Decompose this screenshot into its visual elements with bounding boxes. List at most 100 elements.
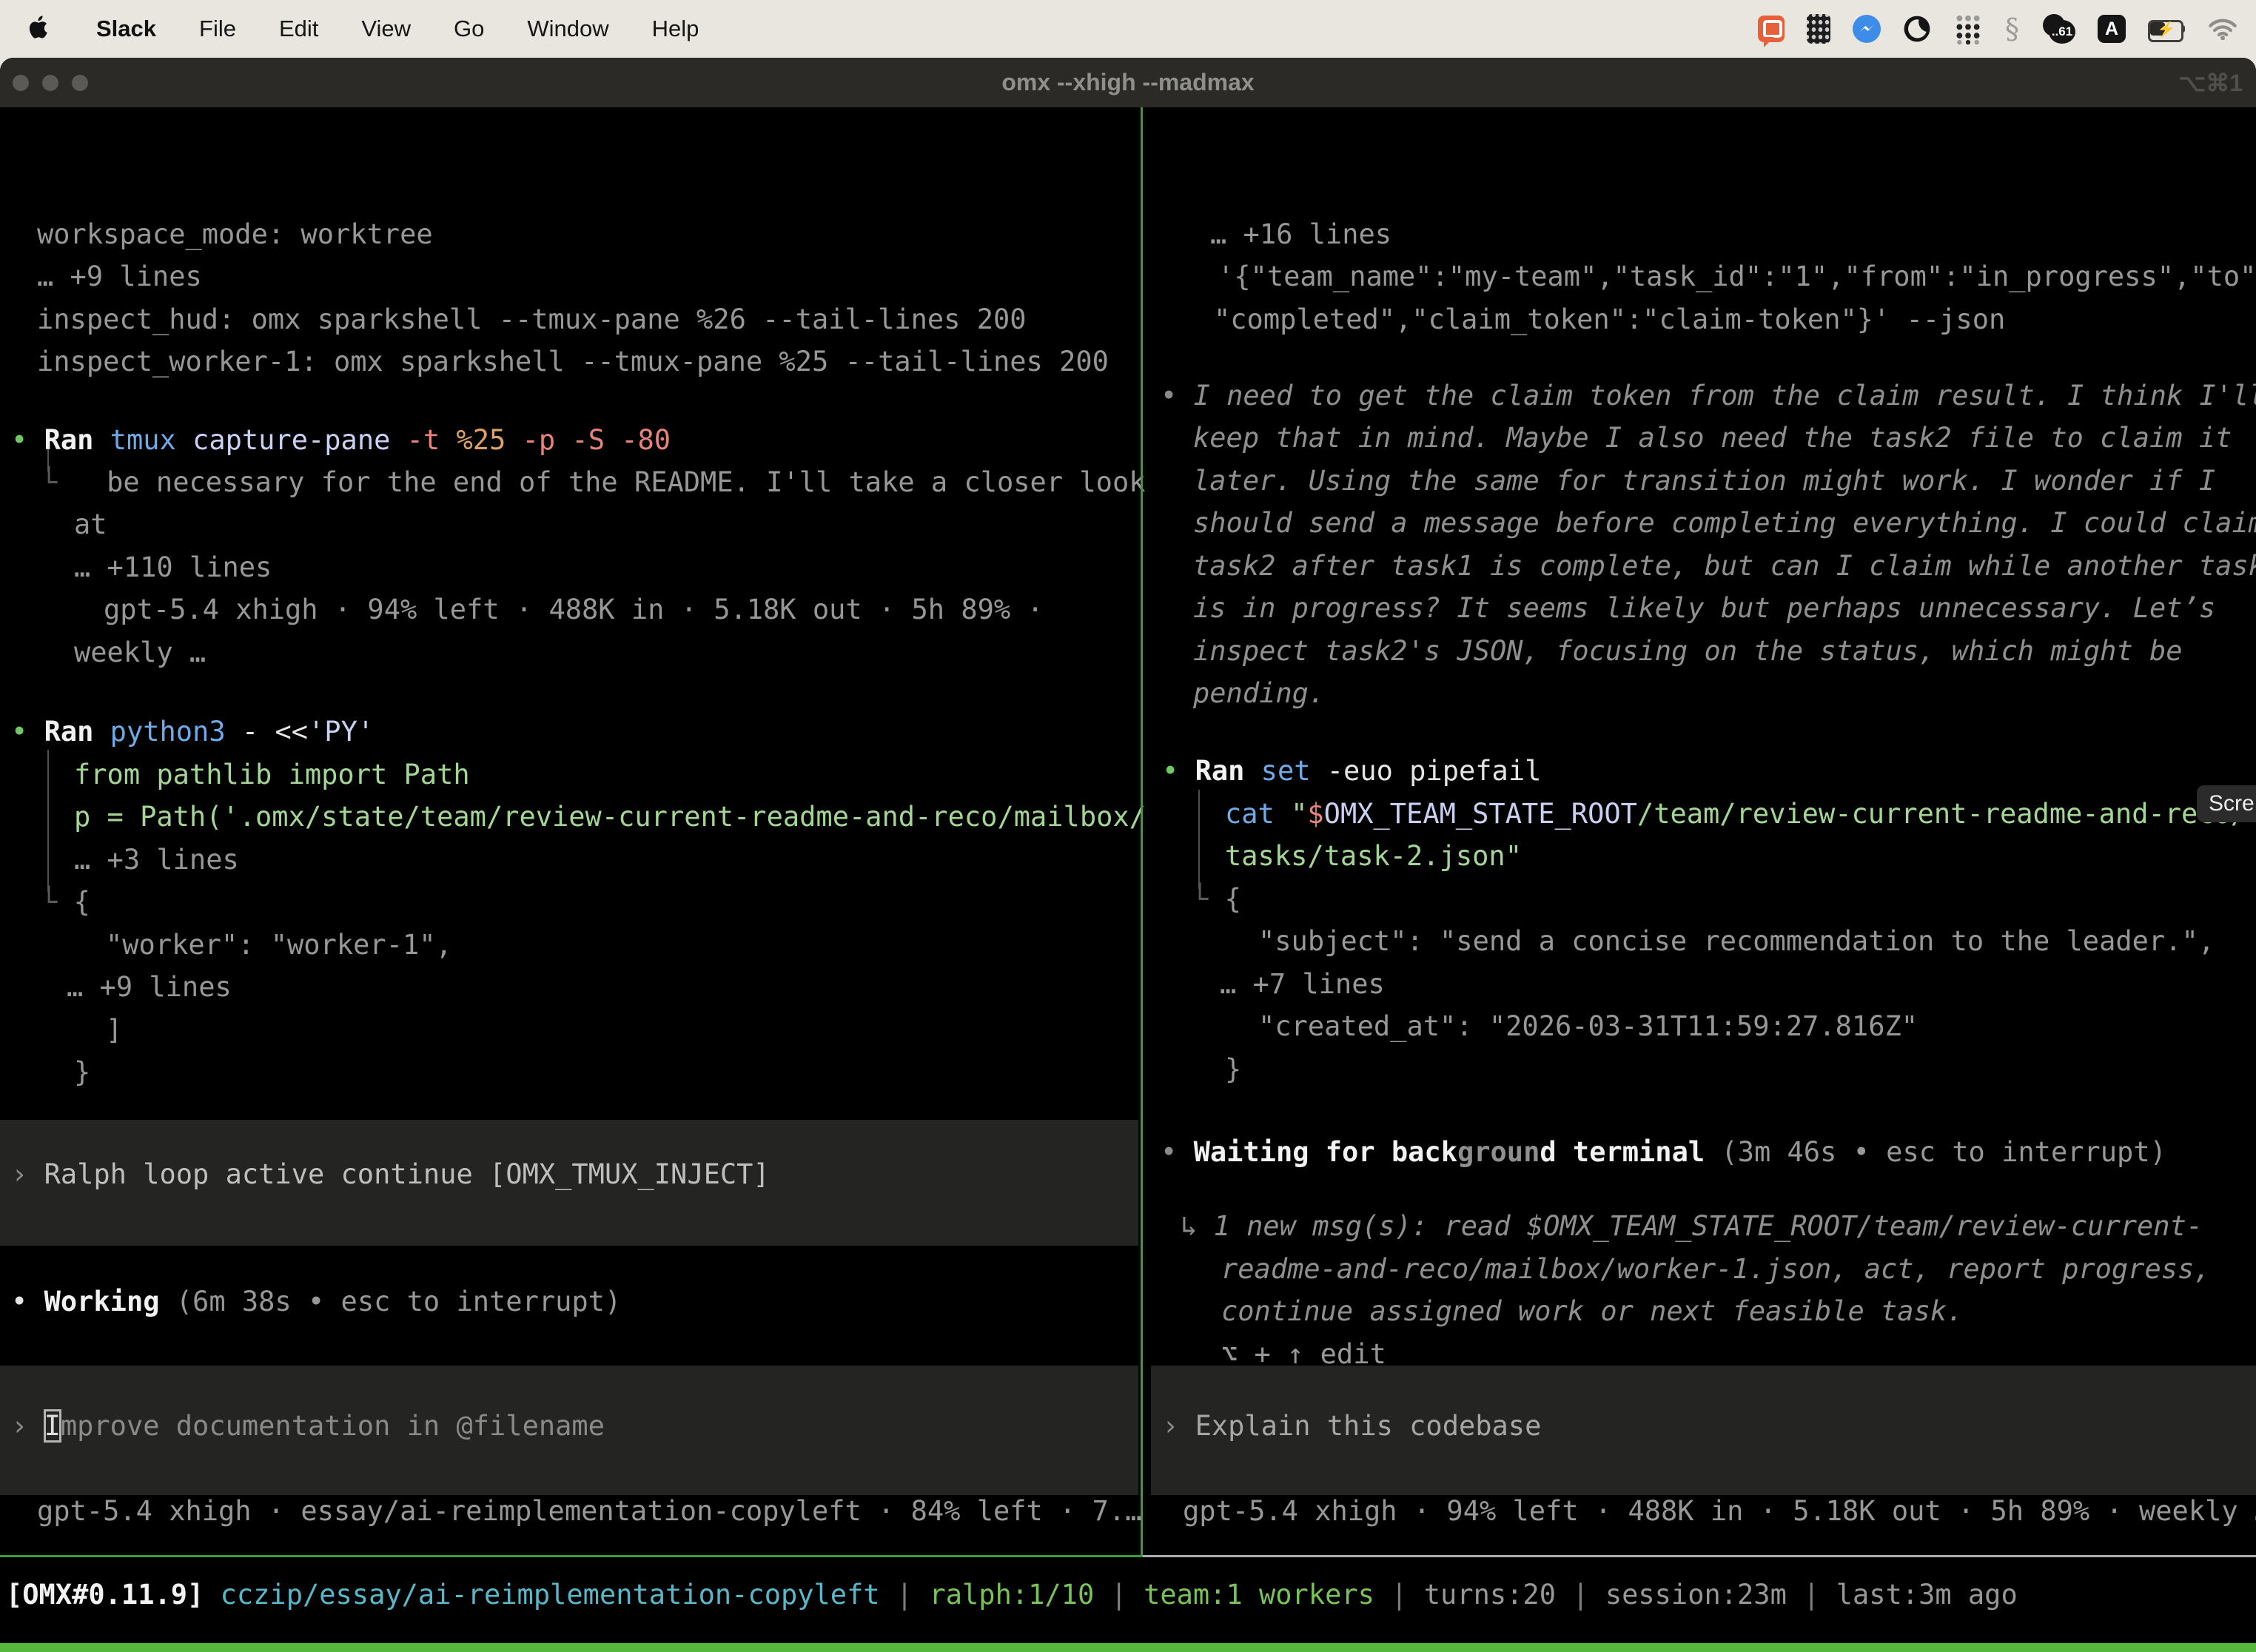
terminal-line: "worker": "worker-1", [106, 929, 452, 961]
tmux-status-bar: [omx-cczip0:bash* "MacBook-Pro-44.local"… [0, 1643, 2256, 1652]
terminal-text-segment: $ [1307, 798, 1323, 830]
terminal-text-segment: gpt-5.4 xhigh · essay/ai-reimplementatio… [37, 1495, 1141, 1527]
terminal-text-segment: readme-and-reco/mailbox/worker-1.json, a… [1221, 1253, 2211, 1285]
terminal-line: • Waiting for background terminal (3m 46… [1161, 1136, 2166, 1169]
terminal-line: └ { [41, 886, 90, 919]
terminal-text-segment: "completed","claim_token":"claim-token"}… [1214, 303, 2005, 335]
terminal-line: • Ran tmux capture-pane -t %25 -p -S -80 [11, 424, 671, 457]
terminal-line: weekly … [74, 637, 206, 669]
battery-nub [2181, 25, 2185, 33]
apple-menu-icon[interactable] [28, 14, 53, 44]
terminal-text-segment: python3 [110, 716, 242, 748]
terminal-line: • Ran python3 - <<'PY' [11, 716, 374, 748]
terminal-text-segment: " [1291, 798, 1307, 830]
terminal-line: ] [106, 1014, 122, 1047]
terminal-text-segment: › [11, 1410, 44, 1442]
messenger-icon[interactable] [1853, 15, 1881, 43]
terminal-text-segment: inspect_hud: omx sparkshell --tmux-pane … [37, 303, 1027, 335]
terminal-text-segment: … +16 lines [1210, 218, 1391, 250]
terminal-text-segment: › [1162, 1410, 1195, 1442]
terminal-text-segment: last:3m ago [1836, 1579, 2018, 1611]
terminal-line: should send a message before completing … [1193, 507, 2256, 540]
terminal-line: inspect task2's JSON, focusing on the st… [1193, 635, 2183, 668]
terminal-text-segment: … +110 lines [74, 551, 272, 583]
terminal-line: task2 after task1 is complete, but can I… [1193, 550, 2256, 582]
queued-message[interactable]: › Ralph loop active continue [OMX_TMUX_I… [11, 1158, 770, 1191]
terminal-text-segment: groun [1457, 1136, 1540, 1168]
terminal-line: • Working (6m 38s • esc to interrupt) [11, 1286, 621, 1318]
tree-guide-line [1198, 790, 1200, 889]
menu-item-file[interactable]: File [199, 16, 236, 42]
input-source-icon[interactable]: A [2098, 15, 2126, 43]
moon-circle-icon[interactable] [1903, 15, 1931, 43]
tree-guide-line [47, 750, 49, 892]
terminal-content: workspace_mode: worktree … +9 lines inspec… [0, 107, 2256, 1652]
badge-61-icon[interactable]: ..61 [2041, 14, 2075, 44]
terminal-text-segment: Ran [44, 424, 110, 456]
terminal-text-segment: • [11, 716, 44, 748]
window-shortcut: ⌥⌘1 [2178, 58, 2243, 107]
pane-divider-vertical[interactable] [1141, 107, 1143, 1557]
terminal-text-segment: pending. [1193, 677, 1325, 709]
terminal-text-segment: • [1162, 755, 1195, 787]
terminal-line: ⌥ + ↑ edit [1221, 1338, 1386, 1371]
menu-item-view[interactable]: View [361, 16, 411, 42]
terminal-text-segment: { [74, 886, 90, 918]
terminal-text-segment: Waiting for back [1194, 1136, 1457, 1168]
terminal-text-segment: -t [407, 424, 457, 456]
terminal-text-segment: Ralph loop active continue [OMX_TMUX_INJ… [44, 1158, 770, 1190]
terminal-line: └ { [1192, 883, 1241, 916]
terminal-text-segment: ralph:1/10 [929, 1579, 1110, 1611]
terminal-line: from pathlib import Path [74, 759, 470, 791]
text-cursor: I [44, 1410, 61, 1442]
terminal-text-segment: tmux [110, 424, 192, 456]
terminal-line: … +3 lines [74, 844, 239, 876]
terminal-line: '{"team_name":"my-team","task_id":"1","f… [1218, 261, 2256, 293]
terminal-line: } [74, 1056, 90, 1089]
terminal-text-segment: -p [523, 424, 572, 456]
terminal-text-segment: | [896, 1579, 930, 1611]
menu-item-help[interactable]: Help [652, 16, 699, 42]
terminal-text-segment: › [11, 1158, 44, 1190]
composer-input-left[interactable]: › Improve documentation in @filename [11, 1410, 605, 1443]
terminal-text-segment: • [11, 1286, 44, 1317]
terminal-text-segment: keep that in mind. Maybe I also need the… [1193, 422, 2232, 454]
terminal-line: … +9 lines [37, 261, 202, 293]
terminal-text-segment: cczip/essay/ai-reimplementation-copyleft [221, 1579, 896, 1611]
terminal-line: at [74, 508, 107, 541]
composer-input-right[interactable]: › Explain this codebase [1162, 1410, 1541, 1443]
terminal-text-segment: ] [106, 1014, 122, 1046]
terminal-text-segment: | [1391, 1579, 1424, 1611]
tmux-host-and-clock: "MacBook-Pro-44.local" 05:03 31-Mar-26 [1642, 1643, 2252, 1652]
terminal-text-segment: ↳ [1181, 1210, 1214, 1242]
terminal-text-segment: • [1161, 1136, 1194, 1168]
dots-grid-icon[interactable] [1953, 13, 1983, 45]
battery-icon[interactable]: ⚡ [2148, 20, 2185, 38]
terminal-line: p = Path('.omx/state/team/review-current… [74, 801, 1146, 833]
menu-item-window[interactable]: Window [527, 16, 608, 42]
terminal-text-segment: { [1225, 883, 1241, 915]
terminal-text-segment: Working [44, 1286, 176, 1317]
menu-item-go[interactable]: Go [454, 16, 484, 42]
terminal-text-segment: gpt-5.4 xhigh · 94% left · 488K in · 5.1… [1183, 1495, 2256, 1527]
terminal-line: readme-and-reco/mailbox/worker-1.json, a… [1221, 1253, 2211, 1286]
squiggle-icon[interactable]: § [2005, 13, 2019, 45]
terminal-text-segment: └ [41, 886, 74, 918]
terminal-text-segment: d terminal [1540, 1136, 1721, 1168]
terminal-text-segment: be necessary for the end of the README. … [107, 466, 1145, 498]
terminal-text-segment: should send a message before completing … [1193, 507, 2256, 539]
chat-app-icon[interactable] [1758, 16, 1785, 42]
terminal-text-segment: (6m 38s • esc to interrupt) [176, 1286, 621, 1317]
terminal-text-segment: team:1 workers [1144, 1579, 1391, 1611]
terminal-text-segment: ⌥ + ↑ edit [1221, 1338, 1386, 1370]
terminal-line: workspace_mode: worktree [37, 218, 433, 251]
terminal-line: gpt-5.4 xhigh · 94% left · 488K in · 5.1… [1183, 1495, 2256, 1528]
keyboard-icon[interactable] [1807, 14, 1830, 44]
omx-status-bar: [OMX#0.11.9] cczip/essay/ai-reimplementa… [6, 1579, 2018, 1611]
terminal-text-segment: tasks/task-2.json" [1225, 840, 1522, 872]
terminal-line: • Ran set -euo pipefail [1162, 755, 1541, 788]
menu-app-name[interactable]: Slack [96, 16, 156, 42]
menu-item-edit[interactable]: Edit [279, 16, 318, 42]
terminal-text-segment: from pathlib import Path [74, 759, 470, 790]
wifi-icon[interactable] [2207, 17, 2238, 41]
